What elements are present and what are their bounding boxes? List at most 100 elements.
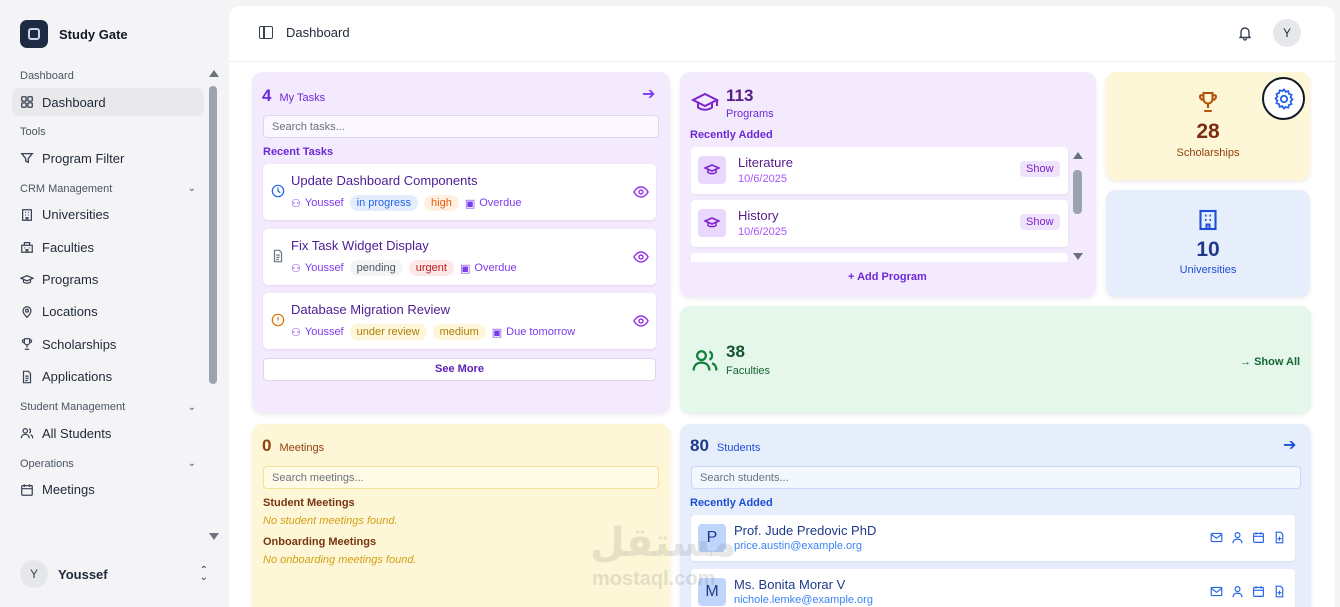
search-students-input[interactable]: Search students...: [691, 466, 1301, 489]
avatar[interactable]: Y: [1273, 19, 1301, 47]
calendar-icon: ▣: [491, 326, 503, 339]
sidebar-item-all-students[interactable]: All Students: [12, 419, 204, 447]
users-icon: [691, 346, 719, 374]
arrow-right-icon[interactable]: ➔: [1283, 435, 1296, 455]
calendar-icon[interactable]: [1252, 585, 1265, 598]
sidebar-item-label: Faculties: [42, 239, 95, 255]
bell-icon[interactable]: [1237, 25, 1253, 41]
show-button[interactable]: Show: [1020, 161, 1060, 177]
search-tasks-input[interactable]: Search tasks...: [263, 115, 659, 138]
sidebar-item-scholarships[interactable]: Scholarships: [12, 330, 204, 358]
sidebar-item-program-filter[interactable]: Program Filter: [12, 144, 204, 172]
user-icon: ⚇: [291, 197, 301, 210]
list-item[interactable]: History 10/6/2025 Show: [691, 200, 1068, 247]
calendar-icon: [20, 483, 34, 497]
program-date: 10/6/2025: [738, 226, 787, 238]
scroll-up-arrow-icon[interactable]: [1073, 152, 1083, 159]
sidebar-item-label: Applications: [42, 369, 113, 385]
status-badge: under review: [349, 324, 427, 340]
sidebar-scrollbar[interactable]: [207, 70, 219, 540]
nav-group-student-management[interactable]: Student Management ⌄: [12, 395, 204, 419]
user-menu[interactable]: Y Youssef ⌃ ⌄: [20, 560, 208, 588]
list-item[interactable]: Literature 10/6/2025 Show: [691, 147, 1068, 194]
task-meta: ⚇ Youssef in progress high ▣ Overdue: [291, 195, 521, 211]
settings-button[interactable]: [1262, 77, 1305, 120]
topbar: Dashboard Y: [229, 6, 1335, 62]
student-email: nichole.lemke@example.org: [734, 594, 873, 606]
universities-count: 10: [1196, 238, 1220, 261]
plus-icon: +: [848, 271, 858, 283]
clock-icon: [271, 184, 285, 198]
faculty-building-icon: [20, 240, 34, 254]
brand[interactable]: Study Gate: [20, 20, 128, 48]
user-icon[interactable]: [1231, 531, 1244, 544]
chevron-down-icon: ⌄: [187, 458, 196, 470]
priority-badge: urgent: [408, 260, 454, 276]
nav-group-crm[interactable]: CRM Management ⌄: [12, 177, 204, 201]
eye-icon[interactable]: [633, 251, 649, 263]
scroll-thumb[interactable]: [209, 86, 217, 384]
user-icon: ⚇: [291, 326, 301, 339]
nav-group-operations[interactable]: Operations ⌄: [12, 452, 204, 476]
nav-group-dashboard: Dashboard: [20, 70, 74, 82]
brand-name: Study Gate: [59, 26, 128, 42]
map-pin-icon: [20, 305, 34, 319]
priority-badge: high: [424, 195, 459, 211]
list-item[interactable]: [691, 253, 1068, 262]
eye-icon[interactable]: [633, 315, 649, 327]
sidebar-item-label: Scholarships: [42, 336, 117, 352]
task-item[interactable]: Fix Task Widget Display ⚇ Youssef pending…: [263, 229, 656, 285]
list-item[interactable]: P Prof. Jude Predovic PhD price.austin@e…: [691, 515, 1295, 561]
alert-circle-icon: [271, 313, 285, 327]
show-all-button[interactable]: → Show All: [1240, 356, 1300, 368]
building-icon: [1196, 208, 1220, 232]
sidebar-item-programs[interactable]: Programs: [12, 266, 204, 294]
sidebar-toggle-icon[interactable]: [259, 26, 273, 39]
user-icon: ⚇: [291, 262, 301, 275]
mail-icon[interactable]: [1210, 585, 1223, 598]
student-actions: [1210, 585, 1286, 598]
list-item[interactable]: M Ms. Bonita Morar V nichole.lemke@examp…: [691, 569, 1295, 607]
programs-scrollbar[interactable]: [1072, 152, 1084, 260]
sidebar-item-locations[interactable]: Locations: [12, 298, 204, 326]
sidebar-item-faculties[interactable]: Faculties: [12, 233, 204, 261]
search-meetings-input[interactable]: Search meetings...: [263, 466, 659, 489]
tasks-count: 4: [262, 86, 272, 105]
onboarding-meetings-label: Onboarding Meetings: [263, 536, 377, 548]
task-assignee: ⚇ Youssef: [291, 262, 344, 275]
sidebar-item-label: Meetings: [42, 482, 95, 498]
sidebar-item-universities[interactable]: Universities: [12, 201, 204, 229]
sidebar-item-dashboard[interactable]: Dashboard: [12, 88, 204, 116]
universities-card[interactable]: 10 Universities: [1106, 190, 1310, 297]
programs-list: Literature 10/6/2025 Show History 10/6/2…: [691, 147, 1075, 262]
mail-icon[interactable]: [1210, 531, 1223, 544]
chevron-down-icon: ⌄: [187, 401, 196, 413]
scroll-down-arrow-icon[interactable]: [209, 533, 219, 540]
user-icon[interactable]: [1231, 585, 1244, 598]
faculties-label: Faculties: [726, 365, 771, 377]
eye-icon[interactable]: [633, 186, 649, 198]
trophy-icon: [20, 337, 34, 351]
user-name: Youssef: [58, 566, 108, 582]
show-button[interactable]: Show: [1020, 214, 1060, 230]
calendar-icon: ▣: [459, 262, 471, 275]
task-item[interactable]: Database Migration Review ⚇ Youssef under…: [263, 293, 656, 349]
scroll-up-arrow-icon[interactable]: [209, 70, 219, 77]
add-program-button[interactable]: + Add Program: [848, 271, 927, 283]
sidebar-nav: Dashboard Dashboard Tools Program Filter…: [12, 64, 204, 508]
calendar-icon[interactable]: [1252, 531, 1265, 544]
faculties-count: 38: [726, 342, 745, 361]
see-more-button[interactable]: See More: [263, 358, 656, 381]
file-plus-icon[interactable]: [1273, 531, 1286, 544]
sidebar-item-meetings[interactable]: Meetings: [12, 476, 204, 504]
task-item[interactable]: Update Dashboard Components ⚇ Youssef in …: [263, 164, 656, 220]
file-plus-icon[interactable]: [1273, 585, 1286, 598]
scroll-thumb[interactable]: [1073, 170, 1082, 214]
programs-count: 113: [726, 86, 754, 105]
sidebar-item-applications[interactable]: Applications: [12, 363, 204, 391]
scroll-down-arrow-icon[interactable]: [1073, 253, 1083, 260]
program-name: History: [738, 208, 779, 223]
scholarships-label: Scholarships: [1176, 147, 1240, 159]
student-meetings-empty: No student meetings found.: [263, 515, 398, 527]
arrow-right-icon[interactable]: ➔: [642, 84, 655, 104]
